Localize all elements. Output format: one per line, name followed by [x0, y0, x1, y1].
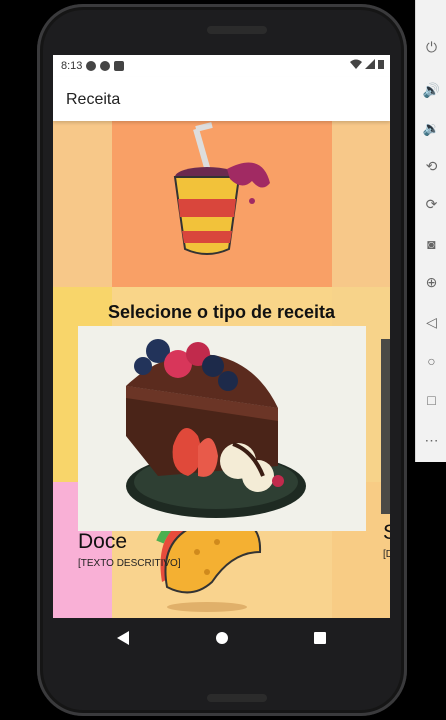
- recipe-card-doce[interactable]: [78, 326, 366, 531]
- camera-icon[interactable]: ◙: [416, 229, 446, 259]
- battery-icon: [378, 60, 384, 69]
- bottom-speaker: [207, 694, 267, 702]
- emulator-toolbar: ⏻ 🔊 🔉 ⟲ ⟳ ◙ ⊕ ◁ ○ □ ⋯: [415, 0, 446, 462]
- rotate-right-icon[interactable]: ⟳: [416, 189, 446, 219]
- card-title: Doce: [78, 530, 128, 553]
- next-card-image[interactable]: [381, 339, 390, 514]
- overview-icon[interactable]: □: [416, 385, 446, 415]
- tile-drink[interactable]: [112, 121, 332, 287]
- next-card-description: [D: [383, 549, 390, 560]
- notification-a-icon: [86, 61, 97, 71]
- more-icon[interactable]: ⋯: [416, 425, 446, 455]
- back-icon[interactable]: [113, 628, 133, 648]
- next-card-title: S: [383, 521, 390, 545]
- home-icon[interactable]: [212, 628, 232, 648]
- card-description: [TEXTO DESCRITIVO]: [78, 558, 181, 569]
- home-icon[interactable]: ○: [416, 346, 446, 376]
- app-bar: Receita: [53, 77, 390, 121]
- rotate-left-icon[interactable]: ⟲: [416, 151, 446, 181]
- status-time: 8:13: [61, 60, 83, 72]
- device-screen: 8:13 Receita Selecione o tipo de receita…: [53, 55, 390, 618]
- drink-icon: [173, 122, 270, 255]
- app-title: Receita: [66, 91, 121, 108]
- wifi-icon: [350, 59, 362, 69]
- volume-down-icon[interactable]: 🔉: [416, 113, 446, 143]
- volume-up-icon[interactable]: 🔊: [416, 75, 446, 105]
- status-bar: 8:13: [53, 55, 390, 77]
- cake-image: [126, 339, 306, 518]
- notification-play-icon: [100, 61, 111, 71]
- notification-sd-icon: [114, 61, 125, 71]
- tile-top-left: [53, 121, 112, 287]
- top-speaker: [207, 26, 267, 34]
- recents-icon[interactable]: [310, 628, 330, 648]
- page-heading: Selecione o tipo de receita: [107, 302, 336, 322]
- zoom-icon[interactable]: ⊕: [416, 267, 446, 297]
- back-icon[interactable]: ◁: [416, 307, 446, 337]
- android-nav-bar: [53, 618, 390, 658]
- signal-icon: [365, 59, 375, 69]
- tile-top-right: [332, 121, 390, 287]
- recipe-grid[interactable]: Selecione o tipo de receita Doce [TEXTO …: [53, 121, 390, 618]
- power-icon[interactable]: ⏻: [416, 32, 446, 62]
